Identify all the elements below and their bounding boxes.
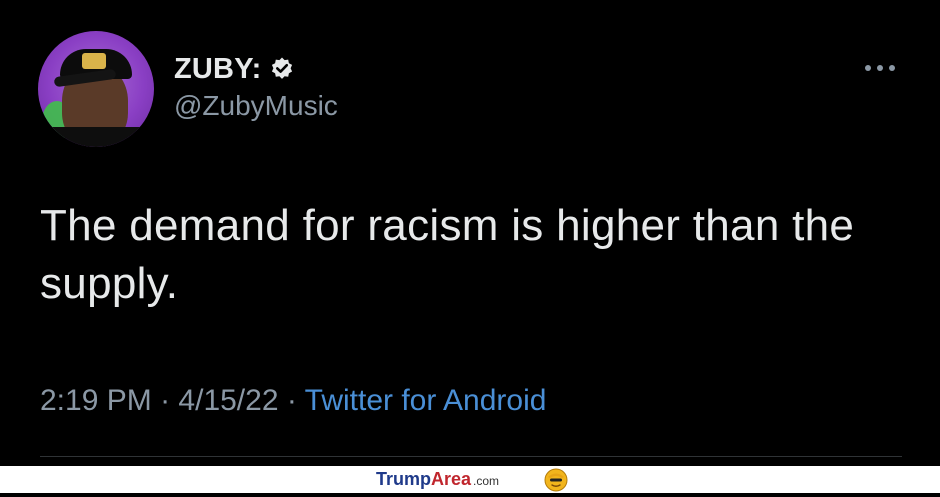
meta-separator: ·	[160, 384, 171, 417]
brand-part-trump: Trump	[376, 469, 432, 489]
tweet-card: ZUBY: @ZubyMusic The demand for racism i…	[0, 0, 940, 466]
tweet-date[interactable]: 4/15/22	[178, 384, 278, 417]
brand-part-area: Area	[431, 469, 472, 489]
verified-badge-icon	[269, 56, 295, 82]
tweet-time[interactable]: 2:19 PM	[40, 384, 152, 417]
watermark-brand[interactable]: Trump Area .com	[376, 469, 499, 491]
meta-separator: ·	[286, 384, 297, 417]
author-handle[interactable]: @ZubyMusic	[174, 90, 338, 122]
profile-avatar[interactable]	[38, 31, 154, 147]
brand-logo-icon	[544, 468, 568, 492]
tweet-metadata: 2:19 PM · 4/15/22 · Twitter for Android	[40, 384, 546, 418]
watermark-footer: Trump Area .com	[0, 466, 940, 493]
brand-suffix: .com	[473, 474, 500, 488]
tweet-source-link[interactable]: Twitter for Android	[305, 384, 547, 417]
author-display-name[interactable]: ZUBY:	[174, 53, 261, 86]
avatar-shirt	[38, 127, 154, 147]
tweet-text: The demand for racism is higher than the…	[40, 201, 855, 308]
more-options-icon[interactable]	[862, 58, 898, 78]
divider	[40, 456, 902, 457]
avatar-cap-logo	[82, 53, 106, 69]
author-name-row: ZUBY:	[174, 50, 295, 88]
